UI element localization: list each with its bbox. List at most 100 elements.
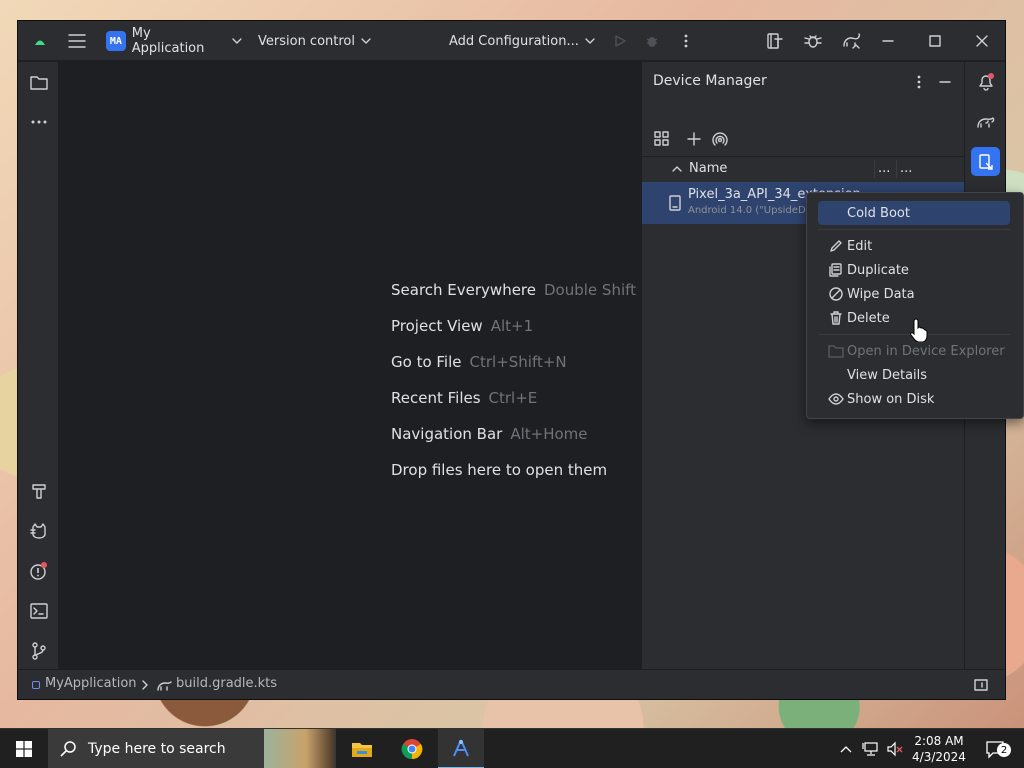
chevron-right-icon <box>142 680 148 690</box>
more-tools-button[interactable] <box>24 107 53 136</box>
gradle-sync-icon <box>843 33 861 49</box>
device-context-menu: Cold Boot Edit Duplicate Wipe Data Delet… <box>806 192 1024 419</box>
bug-icon <box>646 37 658 47</box>
copy-icon <box>829 263 842 277</box>
profiler-button[interactable] <box>800 21 826 61</box>
toggle-panel-icon[interactable] <box>974 679 988 691</box>
problems-icon <box>29 561 47 580</box>
gradle-tool-button[interactable] <box>971 107 1000 136</box>
hint-navigation-bar: Navigation Bar Alt+Home <box>391 425 588 443</box>
gradle-sync-button[interactable] <box>839 21 865 61</box>
column-type-header[interactable]: ... <box>900 161 912 176</box>
navigation-bar: MyApplication build.gradle.kts <box>18 669 1005 699</box>
search-placeholder: Type here to search <box>88 741 226 757</box>
trash-icon <box>830 311 842 325</box>
prohibited-icon <box>829 287 843 301</box>
hint-recent-files: Recent Files Ctrl+E <box>391 389 538 407</box>
minimize-button[interactable] <box>876 21 900 61</box>
menu-item-edit[interactable]: Edit <box>818 234 1010 258</box>
column-divider <box>896 160 897 178</box>
folder-icon <box>29 75 48 90</box>
bell-icon <box>978 72 994 91</box>
run-button[interactable] <box>608 21 632 61</box>
menu-item-show-on-disk[interactable]: Show on Disk <box>818 387 1010 411</box>
gradle-elephant-icon <box>976 116 994 128</box>
git-branch-icon <box>31 641 46 660</box>
hide-panel-button[interactable] <box>934 71 956 93</box>
start-button[interactable] <box>0 729 48 768</box>
phone-icon <box>669 195 681 211</box>
hint-project-view: Project View Alt+1 <box>391 317 534 335</box>
network-button[interactable] <box>860 729 882 768</box>
menu-item-view-details[interactable]: View Details <box>818 363 1010 387</box>
project-badge: MA <box>106 31 126 51</box>
menu-item-duplicate[interactable]: Duplicate <box>818 258 1010 282</box>
close-button[interactable] <box>970 21 994 61</box>
left-tool-stripe <box>18 62 59 670</box>
maximize-icon <box>929 35 941 47</box>
device-manager-tool-button[interactable] <box>971 147 1000 176</box>
chevron-down-icon <box>585 38 595 44</box>
volume-button[interactable] <box>884 729 906 768</box>
version-control-label: Version control <box>258 33 355 49</box>
breadcrumb-file[interactable]: build.gradle.kts <box>176 676 277 691</box>
maximize-button[interactable] <box>923 21 947 61</box>
build-tool-button[interactable] <box>24 476 53 505</box>
search-highlight-image <box>264 729 334 768</box>
file-explorer-taskbar-button[interactable] <box>342 729 382 768</box>
more-vertical-icon <box>684 34 688 48</box>
project-selector[interactable]: MA My Application <box>106 21 242 61</box>
breadcrumb-project[interactable]: MyApplication <box>45 676 137 691</box>
search-icon <box>60 741 76 757</box>
volume-muted-icon <box>887 741 903 757</box>
hint-go-to-file: Go to File Ctrl+Shift+N <box>391 353 567 371</box>
main-menu-button[interactable] <box>64 21 90 61</box>
device-table-header: Name ... ... <box>642 156 966 180</box>
hamburger-icon <box>68 34 86 48</box>
gradle-file-icon <box>157 681 172 691</box>
notifications-button[interactable] <box>971 67 1000 96</box>
logcat-tool-button[interactable] <box>24 516 53 545</box>
chevron-down-icon <box>232 38 242 44</box>
device-manager-title: Device Manager <box>653 73 767 89</box>
network-icon <box>862 742 878 756</box>
menu-item-cold-boot[interactable]: Cold Boot <box>818 201 1010 225</box>
version-control-tool-button[interactable] <box>24 636 53 665</box>
notification-center-button[interactable]: 2 <box>976 729 1016 768</box>
layout-inspector-button[interactable] <box>762 21 788 61</box>
version-control-menu[interactable]: Version control <box>258 21 374 61</box>
show-hidden-icons-button[interactable] <box>836 729 856 768</box>
terminal-tool-button[interactable] <box>24 596 53 625</box>
column-name-header[interactable]: Name <box>689 161 727 176</box>
android-studio-taskbar-button[interactable] <box>438 729 484 768</box>
menu-item-wipe-data[interactable]: Wipe Data <box>818 282 1010 306</box>
close-icon <box>976 35 988 47</box>
more-vertical-icon <box>917 75 921 89</box>
column-api-header[interactable]: ... <box>878 161 890 176</box>
group-devices-button[interactable] <box>652 129 672 149</box>
android-studio-icon <box>453 739 469 757</box>
title-bar: MA My Application Version control Add Co… <box>18 21 1005 61</box>
chrome-taskbar-button[interactable] <box>392 729 432 768</box>
add-device-button[interactable] <box>684 129 704 149</box>
project-tool-button[interactable] <box>24 67 53 96</box>
play-icon <box>615 35 626 47</box>
column-divider <box>874 160 875 178</box>
bug-settings-icon <box>804 35 822 48</box>
problems-tool-button[interactable] <box>24 556 53 585</box>
clock[interactable]: 2:08 AM 4/3/2024 <box>908 729 970 768</box>
hammer-icon <box>31 483 46 499</box>
chevron-up-icon <box>840 746 852 753</box>
editor-area[interactable]: Search Everywhere Double Shift Project Vi… <box>60 62 640 670</box>
panel-options-button[interactable] <box>909 71 929 93</box>
debug-button[interactable] <box>640 21 664 61</box>
more-horizontal-icon <box>31 120 46 123</box>
menu-item-open-device-explorer: Open in Device Explorer <box>818 339 1010 363</box>
more-actions-button[interactable] <box>674 21 698 61</box>
terminal-icon <box>29 602 48 619</box>
run-configuration-selector[interactable]: Add Configuration... <box>449 21 595 61</box>
android-studio-logo <box>26 21 54 61</box>
hand-cursor-icon <box>910 318 928 342</box>
pair-wifi-button[interactable] <box>710 129 730 149</box>
taskbar-search-box[interactable]: Type here to search <box>48 729 336 768</box>
